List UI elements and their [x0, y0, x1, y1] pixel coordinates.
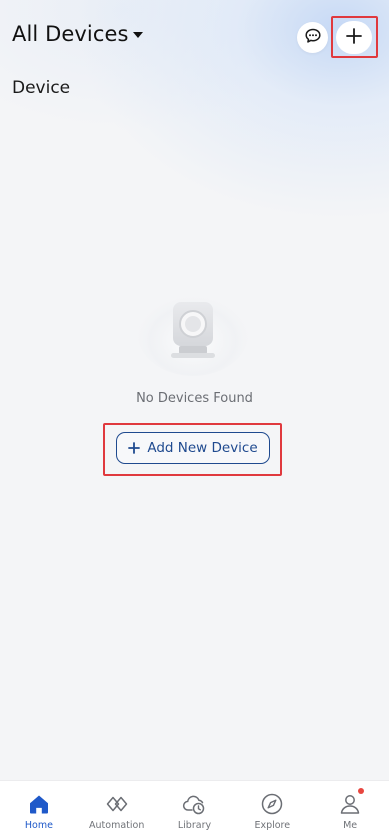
top-bar: All Devices: [0, 0, 389, 74]
tab-home[interactable]: Home: [0, 781, 78, 839]
automation-icon: [104, 791, 130, 817]
tab-explore[interactable]: Explore: [233, 781, 311, 839]
plus-icon: [128, 439, 141, 458]
empty-state-message: No Devices Found: [136, 391, 253, 406]
caret-down-icon: [132, 32, 143, 38]
tab-label-automation: Automation: [89, 820, 145, 831]
home-selector[interactable]: All Devices: [12, 22, 143, 46]
home-selector-label: All Devices: [12, 22, 129, 46]
device-placeholder-icon: [131, 286, 255, 378]
add-button[interactable]: [336, 21, 372, 54]
tab-label-explore: Explore: [254, 820, 291, 831]
tab-library[interactable]: Library: [156, 781, 234, 839]
tab-me[interactable]: Me: [311, 781, 389, 839]
compass-icon: [259, 791, 285, 817]
tab-label-home: Home: [24, 820, 53, 831]
notification-badge: [358, 788, 365, 794]
bottom-tab-bar: Home Automation Library Explore Me: [0, 780, 389, 839]
chat-bubble-icon: [304, 27, 322, 49]
home-icon: [26, 791, 52, 817]
section-title: Device: [12, 78, 71, 98]
cloud-clock-icon: [181, 791, 207, 817]
plus-icon: [345, 27, 363, 49]
add-new-device-button[interactable]: Add New Device: [116, 432, 270, 464]
tab-automation[interactable]: Automation: [78, 781, 156, 839]
tab-label-library: Library: [177, 820, 212, 831]
message-button[interactable]: [297, 22, 328, 53]
tab-label-me: Me: [343, 820, 358, 831]
person-icon: [337, 791, 363, 817]
add-new-device-label: Add New Device: [147, 440, 258, 456]
